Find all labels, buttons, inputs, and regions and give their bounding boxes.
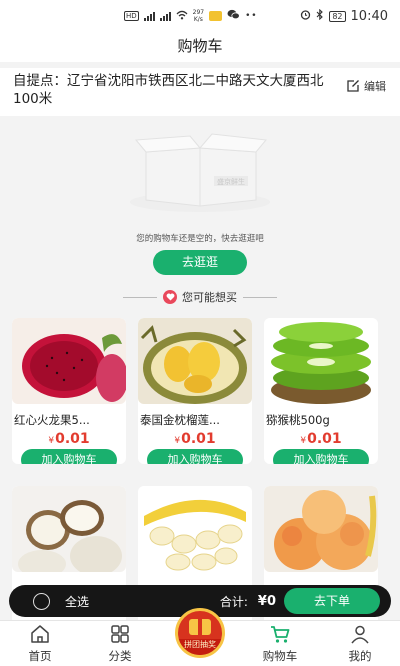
lottery-icon[interactable]: 拼团抽奖 <box>175 608 225 658</box>
coconut-image[interactable] <box>12 486 126 578</box>
tab-group-lottery[interactable]: 拼团抽奖 <box>160 608 240 666</box>
peach-image[interactable] <box>264 486 378 572</box>
product-card[interactable]: 猕猴桃500g ¥0.01 加入购物车 <box>264 318 378 464</box>
tab-lottery-label: 拼团抽奖 <box>178 639 222 655</box>
product-name: 红心火龙果5... <box>14 413 90 427</box>
product-price: ¥0.01 <box>264 431 378 447</box>
empty-cart: 盛京鲜生 您的购物车还是空的，快去逛逛吧 去逛逛 <box>0 116 400 286</box>
clock: 10:40 <box>350 8 388 24</box>
price-value: 0.01 <box>181 431 216 447</box>
kiwi-image[interactable] <box>264 318 378 404</box>
tab-cart[interactable]: 购物车 <box>240 621 320 666</box>
wifi-icon <box>176 10 188 23</box>
recommend-header: 您可能想买 <box>0 289 400 305</box>
product-name: 泰国金枕榴莲... <box>140 413 220 427</box>
tab-category[interactable]: 分类 <box>80 621 160 666</box>
bottom-nav: 首页 分类 拼团抽奖 购物车 我的 <box>0 608 400 666</box>
network-speed: 297 K/s <box>192 9 205 23</box>
total-value: ¥0 <box>257 593 276 609</box>
recommend-title-wrap: 您可能想买 <box>163 289 237 305</box>
divider <box>123 296 157 298</box>
hd-icon: HD <box>124 11 139 21</box>
empty-cart-message: 您的购物车还是空的，快去逛逛吧 <box>136 234 264 244</box>
category-icon <box>111 625 129 643</box>
tab-profile-label: 我的 <box>348 649 372 663</box>
product-name: 猕猴桃500g <box>266 413 330 427</box>
more-dots-icon: • • <box>245 11 257 21</box>
signal-icon <box>143 11 155 21</box>
edit-icon <box>347 80 359 92</box>
status-indicators: HD 297 K/s • • <box>124 9 257 23</box>
cart-page: HD 297 K/s • • 82 10:40 购物车 自提点：辽宁省沈阳市铁西… <box>0 0 400 666</box>
select-all-label[interactable]: 全选 <box>65 593 89 610</box>
pickup-address[interactable]: 自提点：辽宁省沈阳市铁西区北二中路天文大厦西北100米 编辑 <box>0 68 400 116</box>
tab-category-label: 分类 <box>108 649 132 663</box>
select-all-checkbox[interactable] <box>33 592 50 610</box>
pickup-address-text: 自提点：辽宁省沈阳市铁西区北二中路天文大厦西北100米 <box>13 73 324 107</box>
signal-icon <box>159 11 171 21</box>
divider <box>243 296 277 298</box>
user-icon <box>351 625 369 644</box>
gift-icon <box>189 619 211 635</box>
product-card[interactable]: 泰国金枕榴莲... ¥0.01 加入购物车 <box>138 318 252 464</box>
place-order-button[interactable]: 去下单 <box>284 588 380 614</box>
banana-image[interactable] <box>138 486 252 572</box>
total-label: 合计: <box>219 594 248 609</box>
add-to-cart-button[interactable]: 加入购物车 <box>147 449 243 464</box>
price-value: 0.01 <box>55 431 90 447</box>
box-brand-label: 盛京鲜生 <box>217 177 245 186</box>
status-system: 82 10:40 <box>300 8 388 24</box>
page-title: 购物车 <box>0 32 400 62</box>
go-shopping-button[interactable]: 去逛逛 <box>153 250 247 275</box>
empty-box-image: 盛京鲜生 <box>130 133 270 212</box>
wechat-icon <box>227 9 240 23</box>
currency-symbol: ¥ <box>48 436 55 446</box>
status-bar: HD 297 K/s • • 82 10:40 <box>0 0 400 32</box>
dragon-fruit-image[interactable] <box>12 318 126 404</box>
battery-icon: 82 <box>329 10 346 22</box>
cart-icon <box>271 626 290 643</box>
price-value: 0.01 <box>307 431 342 447</box>
tab-profile[interactable]: 我的 <box>320 621 400 666</box>
product-price: ¥0.01 <box>138 431 252 447</box>
bluetooth-icon <box>316 8 324 24</box>
alarm-icon <box>300 9 311 24</box>
currency-symbol: ¥ <box>174 436 181 446</box>
tab-home[interactable]: 首页 <box>0 621 80 666</box>
edit-address-label: 编辑 <box>364 80 386 93</box>
durian-image[interactable] <box>138 318 252 404</box>
notification-icon <box>209 11 223 21</box>
product-price: ¥0.01 <box>12 431 126 447</box>
edit-address-button[interactable]: 编辑 <box>346 78 386 94</box>
currency-symbol: ¥ <box>300 436 307 446</box>
add-to-cart-button[interactable]: 加入购物车 <box>273 449 369 464</box>
home-icon <box>31 625 49 643</box>
tab-home-label: 首页 <box>28 649 52 663</box>
recommend-title: 您可能想买 <box>182 291 237 304</box>
tab-cart-label: 购物车 <box>262 649 298 663</box>
product-card[interactable]: 红心火龙果5... ¥0.01 加入购物车 <box>12 318 126 464</box>
heart-icon <box>163 290 177 304</box>
add-to-cart-button[interactable]: 加入购物车 <box>21 449 117 464</box>
